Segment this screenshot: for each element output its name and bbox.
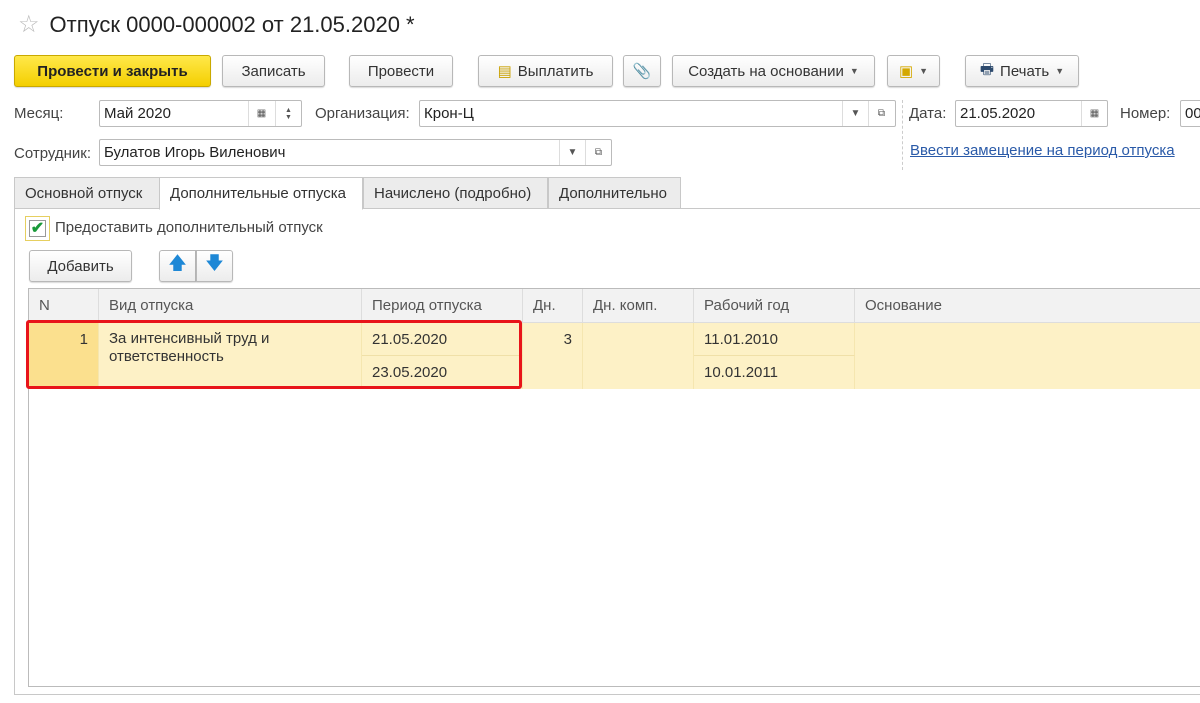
document-title: Отпуск 0000-000002 от 21.05.2020 *	[49, 11, 415, 37]
work-year-from-cell[interactable]: 11.01.2010	[694, 323, 855, 356]
create-based-label: Создать на основании	[688, 62, 844, 80]
column-header[interactable]: Период отпуска	[362, 289, 523, 323]
post-button[interactable]: Провести	[349, 55, 453, 87]
tab-additional-vacations[interactable]: Дополнительные отпуска	[159, 177, 363, 210]
paperclip-icon: 📎	[632, 63, 652, 80]
month-label: Месяц:	[14, 105, 64, 122]
tab-additional[interactable]: Дополнительно	[548, 177, 681, 209]
date-label: Дата:	[909, 105, 947, 122]
date-field[interactable]: 21.05.2020 ▦	[955, 100, 1108, 127]
organization-label: Организация:	[315, 105, 410, 122]
employee-label: Сотрудник:	[14, 145, 92, 162]
move-up-button[interactable]: 🡅	[159, 250, 196, 282]
month-stepper[interactable]: ▲ ▼	[275, 101, 301, 126]
organization-value: Крон-Ц	[424, 105, 474, 122]
printer-icon: 🖶	[979, 60, 995, 78]
comp-days-cell[interactable]	[583, 323, 694, 389]
employee-field[interactable]: Булатов Игорь Виленович ▼ ⧉	[99, 139, 612, 166]
month-value: Май 2020	[104, 105, 171, 122]
report-menu-button[interactable]: ▣ ▼	[887, 55, 940, 87]
organization-field[interactable]: Крон-Ц ▼ ⧉	[419, 100, 896, 127]
column-header[interactable]: Вид отпуска	[99, 289, 362, 323]
caret-down-icon: ▼	[1055, 66, 1065, 76]
highlight-annotation	[26, 320, 522, 389]
window-title: ☆ Отпуск 0000-000002 от 21.05.2020 *	[18, 10, 415, 39]
dropdown-icon[interactable]: ▼	[842, 101, 868, 126]
month-field[interactable]: Май 2020 ▦ ▲ ▼	[99, 100, 302, 127]
caret-down-icon: ▼	[919, 66, 929, 76]
checkmark-icon: ✔	[29, 220, 46, 237]
tab-accrued[interactable]: Начислено (подробно)	[363, 177, 548, 209]
print-label: Печать	[1000, 62, 1050, 80]
column-header[interactable]: Дн. комп.	[583, 289, 694, 323]
open-icon[interactable]: ⧉	[585, 140, 611, 165]
print-button[interactable]: 🖶 Печать ▼	[965, 55, 1079, 87]
arrow-up-icon: 🡅	[168, 253, 187, 273]
days-cell[interactable]: 3	[523, 323, 583, 389]
favorite-star-icon[interactable]: ☆	[18, 10, 40, 39]
attach-button[interactable]: 📎	[623, 55, 661, 87]
tab-main-vacation[interactable]: Основной отпуск	[14, 177, 160, 209]
add-button[interactable]: Добавить	[29, 250, 132, 282]
open-icon[interactable]: ⧉	[868, 101, 894, 126]
dropdown-icon[interactable]: ▼	[559, 140, 585, 165]
basis-cell[interactable]	[855, 323, 1200, 389]
calendar-icon[interactable]: ▦	[1081, 101, 1107, 126]
caret-down-icon: ▼	[849, 66, 859, 76]
date-value: 21.05.2020	[960, 105, 1036, 122]
column-header[interactable]: Дн.	[523, 289, 583, 323]
document-coins-icon: ▤	[497, 63, 512, 80]
arrow-down-icon: 🡇	[205, 253, 224, 273]
create-based-on-button[interactable]: Создать на основании ▼	[672, 55, 875, 87]
calendar-icon[interactable]: ▦	[248, 101, 274, 126]
column-header[interactable]: Рабочий год	[694, 289, 855, 323]
grant-additional-checkbox[interactable]: ✔	[25, 216, 50, 241]
work-year-to-cell[interactable]: 10.01.2011	[694, 356, 855, 389]
grant-additional-label: Предоставить дополнительный отпуск	[55, 219, 323, 236]
move-down-button[interactable]: 🡇	[196, 250, 233, 282]
post-and-close-button[interactable]: Провести и закрыть	[14, 55, 211, 87]
divider	[902, 100, 903, 170]
enter-substitution-link[interactable]: Ввести замещение на период отпуска	[910, 142, 1175, 159]
column-header[interactable]: Основание	[855, 289, 1200, 323]
pay-label: Выплатить	[517, 62, 594, 80]
document-clock-icon: ▣	[898, 63, 914, 80]
pay-button[interactable]: ▤ Выплатить	[478, 55, 613, 87]
employee-value: Булатов Игорь Виленович	[104, 144, 286, 161]
column-header[interactable]: N	[29, 289, 99, 323]
number-field[interactable]: 00	[1180, 100, 1200, 127]
number-label: Номер:	[1120, 105, 1171, 122]
save-button[interactable]: Записать	[222, 55, 325, 87]
